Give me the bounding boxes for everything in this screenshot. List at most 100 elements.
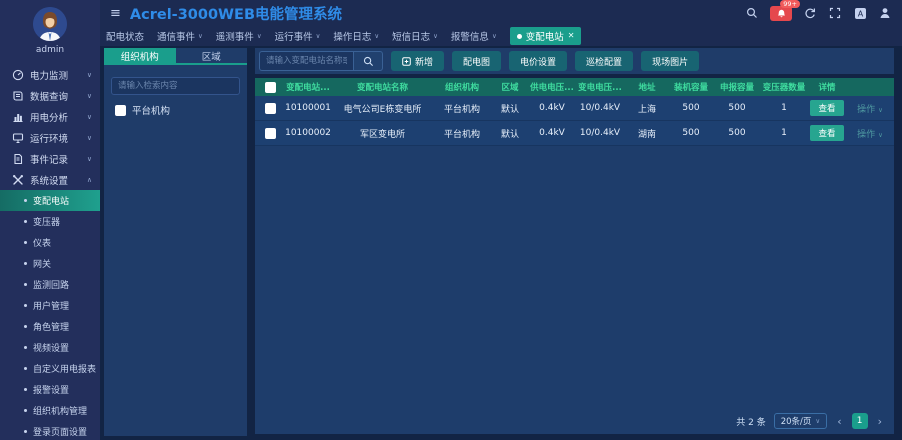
inspection-config-button[interactable]: 巡检配置 bbox=[575, 51, 633, 71]
chevron-down-icon: ∨ bbox=[374, 32, 379, 40]
chevron-down-icon: ∨ bbox=[257, 32, 262, 40]
header-icons: 99+ A bbox=[745, 6, 892, 21]
station-search-input[interactable] bbox=[259, 51, 353, 71]
chevron-down-icon: ∨ bbox=[492, 32, 497, 40]
pagination: 共 2 条 20条/页 ∨ ‹ 1 › bbox=[736, 413, 884, 429]
sidebar: admin 电力监测 ∨ 数据查询 ∨ 用电分析 ∨ 运行环境 ∨ 事件记录 ∨ bbox=[0, 0, 100, 440]
avatar[interactable] bbox=[33, 7, 67, 41]
nav-item-distribution-status[interactable]: 配电状态 bbox=[106, 29, 144, 43]
sidebar-subitem-custom-report[interactable]: 自定义用电报表 bbox=[0, 358, 100, 379]
nav-item-telemetry-events[interactable]: 遥测事件∨ bbox=[216, 29, 262, 43]
header-checkbox-cell bbox=[255, 82, 285, 93]
action-dropdown[interactable]: 操作 ∨ bbox=[857, 105, 883, 115]
cell-address: 湖南 bbox=[626, 127, 668, 140]
document-icon bbox=[12, 153, 24, 165]
site-photos-button[interactable]: 现场图片 bbox=[641, 51, 699, 71]
table-header-row: 变配电站... 变配电站名称 组织机构 区域 供电电压... 变电电压... 地… bbox=[255, 78, 894, 96]
row-checkbox[interactable] bbox=[265, 128, 276, 139]
view-button[interactable]: 查看 bbox=[810, 100, 843, 116]
sidebar-subitem-user-mgmt[interactable]: 用户管理 bbox=[0, 295, 100, 316]
col-station-name: 变配电站名称 bbox=[331, 81, 434, 93]
action-dropdown[interactable]: 操作 ∨ bbox=[857, 130, 883, 140]
sidebar-item-power-monitor[interactable]: 电力监测 ∨ bbox=[0, 64, 100, 85]
nav-item-alarm-info[interactable]: 报警信息∨ bbox=[451, 29, 497, 43]
chevron-down-icon: ∨ bbox=[878, 106, 883, 114]
sidebar-subitem-login-page-settings[interactable]: 登录页面设置 bbox=[0, 421, 100, 440]
username: admin bbox=[36, 45, 64, 55]
tab-close-icon[interactable]: ✕ bbox=[568, 32, 575, 40]
cell-organization: 平台机构 bbox=[434, 102, 490, 115]
select-all-checkbox[interactable] bbox=[265, 82, 276, 93]
fullscreen-icon[interactable] bbox=[828, 6, 842, 20]
page-size-select[interactable]: 20条/页 ∨ bbox=[774, 413, 827, 429]
refresh-icon[interactable] bbox=[803, 6, 817, 20]
cell-installed-capacity: 500 bbox=[668, 128, 714, 138]
notification-bell-icon[interactable]: 99+ bbox=[770, 6, 792, 21]
prev-page-button[interactable]: ‹ bbox=[835, 415, 843, 428]
sidebar-subitem-gateway[interactable]: 网关 bbox=[0, 253, 100, 274]
sidebar-subitem-org-mgmt[interactable]: 组织机构管理 bbox=[0, 400, 100, 421]
chevron-down-icon: ∨ bbox=[87, 113, 92, 121]
cell-supply-voltage: 0.4kV bbox=[530, 103, 574, 113]
search-icon[interactable] bbox=[745, 6, 759, 20]
cell-transform-voltage: 10/0.4kV bbox=[574, 103, 626, 113]
nav-item-comm-events[interactable]: 通信事件∨ bbox=[157, 29, 203, 43]
sidebar-subitem-alarm-settings[interactable]: 报警设置 bbox=[0, 379, 100, 400]
distribution-diagram-button[interactable]: 配电图 bbox=[452, 51, 501, 71]
add-button[interactable]: 新增 bbox=[391, 51, 444, 71]
toolbar: 新增 配电图 电价设置 巡检配置 现场图片 bbox=[255, 48, 894, 74]
cell-station-id: 10100001 bbox=[285, 103, 331, 113]
tree-node-checkbox[interactable] bbox=[115, 105, 126, 116]
search-button[interactable] bbox=[353, 51, 383, 71]
view-button[interactable]: 查看 bbox=[810, 125, 843, 141]
tab-organization[interactable]: 组织机构 bbox=[104, 48, 176, 63]
sidebar-subitem-video-settings[interactable]: 视频设置 bbox=[0, 337, 100, 358]
sidebar-subitem-role-mgmt[interactable]: 角色管理 bbox=[0, 316, 100, 337]
cell-transform-voltage: 10/0.4kV bbox=[574, 128, 626, 138]
col-declared-capacity: 申报容量 bbox=[714, 81, 760, 93]
current-page[interactable]: 1 bbox=[852, 413, 868, 429]
sidebar-subitem-monitor-circuit[interactable]: 监测回路 bbox=[0, 274, 100, 295]
chevron-down-icon: ∨ bbox=[878, 131, 883, 139]
chevron-down-icon: ∨ bbox=[87, 134, 92, 142]
header-top: ≡ Acrel-3000WEB电能管理系统 99+ A bbox=[100, 0, 902, 26]
tree-search-input[interactable] bbox=[111, 77, 240, 95]
user-icon[interactable] bbox=[878, 6, 892, 20]
sidebar-item-data-query[interactable]: 数据查询 ∨ bbox=[0, 85, 100, 106]
chevron-down-icon: ∨ bbox=[87, 155, 92, 163]
sidebar-subitem-meter[interactable]: 仪表 bbox=[0, 232, 100, 253]
col-transform-voltage: 变电电压... bbox=[574, 81, 626, 93]
chevron-down-icon: ∨ bbox=[316, 32, 321, 40]
bullet-icon bbox=[24, 409, 27, 412]
nav-item-runtime-events[interactable]: 运行事件∨ bbox=[275, 29, 321, 43]
sidebar-item-usage-analysis[interactable]: 用电分析 ∨ bbox=[0, 106, 100, 127]
next-page-button[interactable]: › bbox=[876, 415, 884, 428]
cell-address: 上海 bbox=[626, 102, 668, 115]
content: 组织机构 区域 平台机构 新增 配电图 电价设置 巡检配置 现场图片 bbox=[100, 46, 902, 440]
chevron-down-icon: ∨ bbox=[815, 417, 820, 425]
tree-node-platform-org[interactable]: 平台机构 bbox=[115, 103, 247, 117]
col-organization: 组织机构 bbox=[434, 81, 490, 93]
bullet-icon bbox=[24, 304, 27, 307]
sidebar-item-runtime-env[interactable]: 运行环境 ∨ bbox=[0, 127, 100, 148]
sidebar-subitem-transformer[interactable]: 变压器 bbox=[0, 211, 100, 232]
active-tab-substation[interactable]: 变配电站 ✕ bbox=[510, 27, 582, 45]
cell-installed-capacity: 500 bbox=[668, 103, 714, 113]
row-checkbox[interactable] bbox=[265, 103, 276, 114]
cell-region: 默认 bbox=[490, 127, 530, 140]
sidebar-subitem-substation[interactable]: 变配电站 bbox=[0, 190, 100, 211]
chevron-up-icon: ∧ bbox=[87, 176, 92, 184]
cell-transformer-count: 1 bbox=[760, 128, 808, 138]
language-icon[interactable]: A bbox=[853, 6, 867, 20]
nav-item-sms-log[interactable]: 短信日志∨ bbox=[392, 29, 438, 43]
sidebar-item-system-settings[interactable]: 系统设置 ∧ bbox=[0, 169, 100, 190]
bullet-icon bbox=[24, 388, 27, 391]
hamburger-menu-icon[interactable]: ≡ bbox=[110, 7, 121, 20]
nav-item-operation-log[interactable]: 操作日志∨ bbox=[333, 29, 379, 43]
chevron-down-icon: ∨ bbox=[198, 32, 203, 40]
col-detail: 详情 bbox=[808, 81, 846, 93]
sidebar-item-event-log[interactable]: 事件记录 ∨ bbox=[0, 148, 100, 169]
price-settings-button[interactable]: 电价设置 bbox=[509, 51, 567, 71]
tab-region[interactable]: 区域 bbox=[176, 48, 248, 63]
bullet-icon bbox=[24, 262, 27, 265]
